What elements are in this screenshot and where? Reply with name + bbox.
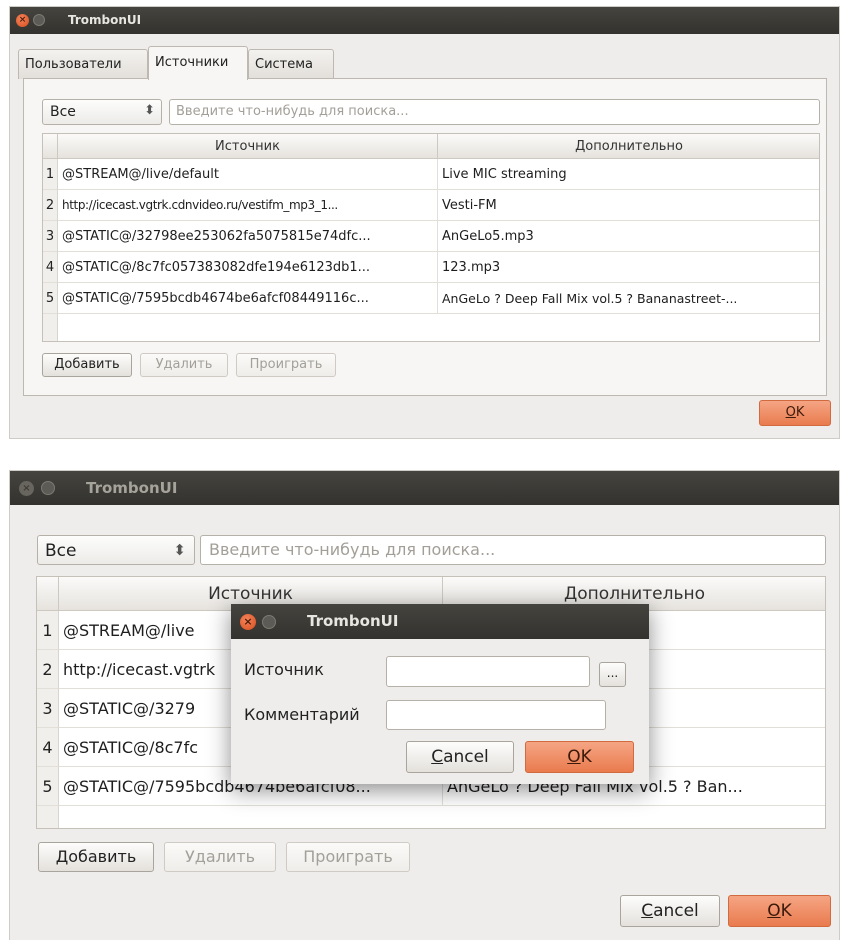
window-title: TrombonUI	[68, 13, 142, 27]
play-button[interactable]: Проиграть	[236, 353, 336, 377]
table-cell-source[interactable]: @STATIC@/8c7fc057383082dfe194e6123db1...	[58, 252, 438, 283]
title-bar: × TrombonUI	[10, 471, 839, 505]
play-button[interactable]: Проиграть	[286, 842, 410, 872]
close-icon[interactable]: ×	[16, 14, 29, 27]
add-source-dialog: × TrombonUI Источник ... Комментарий Can…	[231, 604, 649, 784]
table-corner	[43, 134, 58, 159]
delete-button[interactable]: Удалить	[164, 842, 276, 872]
table-cell-extra[interactable]: Live MIC streaming	[438, 159, 819, 190]
row-number: 1	[37, 611, 59, 650]
dialog-ok-button[interactable]: OK	[525, 741, 634, 773]
ok-button[interactable]: OK	[759, 400, 831, 426]
dialog-title-bar: × TrombonUI	[231, 604, 649, 639]
ok-button[interactable]: OK	[728, 895, 831, 927]
table-corner	[37, 577, 59, 611]
tab-system[interactable]: Система	[248, 49, 334, 79]
search-input[interactable]: Введите что-нибудь для поиска...	[169, 99, 820, 125]
table-cell-extra[interactable]: 123.mp3	[438, 252, 819, 283]
sources-tab-panel: Все ⬍ Введите что-нибудь для поиска... И…	[23, 78, 827, 396]
row-number: 4	[37, 728, 59, 767]
ok-mnemonic: O	[785, 405, 796, 420]
source-input[interactable]	[386, 656, 590, 687]
ok-mnemonic: O	[767, 901, 781, 921]
ok-label: K	[795, 405, 805, 420]
source-label: Источник	[244, 660, 324, 679]
row-number: 2	[43, 190, 58, 221]
row-number: 3	[43, 221, 58, 252]
search-placeholder: Введите что-нибудь для поиска...	[209, 540, 496, 559]
comment-input[interactable]	[386, 700, 606, 730]
updown-arrow-icon: ⬍	[144, 103, 155, 118]
search-input[interactable]: Введите что-нибудь для поиска...	[200, 535, 826, 565]
row-number: 5	[37, 767, 59, 806]
filter-select[interactable]: Все ⬍	[37, 535, 195, 565]
cancel-label: ancel	[653, 901, 699, 921]
dialog-title: TrombonUI	[307, 612, 399, 630]
table-cell-extra[interactable]: Vesti-FM	[438, 190, 819, 221]
table-cell-extra[interactable]: AnGeLo ? Deep Fall Mix vol.5 ? Bananastr…	[438, 283, 819, 314]
add-button[interactable]: Добавить	[42, 353, 132, 377]
tab-bar: Пользователи Источники Система	[18, 46, 348, 80]
column-header-extra[interactable]: Дополнительно	[438, 134, 819, 159]
table-cell-source[interactable]: @STREAM@/live/default	[58, 159, 438, 190]
table-cell-source[interactable]: @STATIC@/32798ee253062fa5075815e74dfc...	[58, 221, 438, 252]
dialog-cancel-button[interactable]: Cancel	[406, 741, 514, 773]
row-number: 4	[43, 252, 58, 283]
title-bar: × TrombonUI	[10, 7, 839, 34]
table-cell-source[interactable]: http://icecast.vgtrk.cdnvideo.ru/vestifm…	[58, 190, 438, 221]
row-number: 1	[43, 159, 58, 190]
minimize-icon[interactable]	[262, 615, 276, 629]
ok-mnemonic: O	[567, 747, 581, 767]
delete-button[interactable]: Удалить	[140, 353, 228, 377]
filter-select-value: Все	[45, 541, 77, 561]
row-number: 5	[43, 283, 58, 314]
add-button[interactable]: Добавить	[38, 842, 154, 872]
table-empty-area	[37, 806, 59, 828]
search-placeholder: Введите что-нибудь для поиска...	[176, 104, 409, 119]
updown-arrow-icon: ⬍	[173, 541, 186, 559]
comment-label: Комментарий	[244, 705, 360, 724]
column-header-source[interactable]: Источник	[58, 134, 438, 159]
close-icon[interactable]: ×	[19, 481, 34, 496]
browse-button[interactable]: ...	[599, 662, 626, 687]
window-title: TrombonUI	[86, 479, 178, 497]
table-empty-area	[43, 314, 58, 341]
row-number: 2	[37, 650, 59, 689]
ok-label: K	[780, 901, 792, 921]
trombonui-window-main: × TrombonUI Пользователи Источники Систе…	[10, 7, 839, 438]
sources-table: Источник Дополнительно 1 @STREAM@/live/d…	[42, 133, 820, 342]
cancel-label: ancel	[443, 747, 489, 767]
filter-select-value: Все	[50, 104, 76, 120]
table-cell-source[interactable]: @STATIC@/7595bcdb4674be6afcf08449116c...	[58, 283, 438, 314]
cancel-button[interactable]: Cancel	[620, 895, 720, 927]
table-cell-extra[interactable]: AnGeLo5.mp3	[438, 221, 819, 252]
minimize-icon[interactable]	[41, 481, 55, 495]
cancel-mnemonic: C	[641, 901, 654, 921]
row-number: 3	[37, 689, 59, 728]
minimize-icon[interactable]	[33, 14, 45, 26]
filter-select[interactable]: Все ⬍	[42, 99, 162, 125]
cancel-mnemonic: C	[431, 747, 444, 767]
tab-sources[interactable]: Источники	[148, 46, 248, 80]
ok-label: K	[580, 747, 592, 767]
close-icon[interactable]: ×	[240, 614, 256, 630]
tab-users[interactable]: Пользователи	[18, 49, 148, 79]
